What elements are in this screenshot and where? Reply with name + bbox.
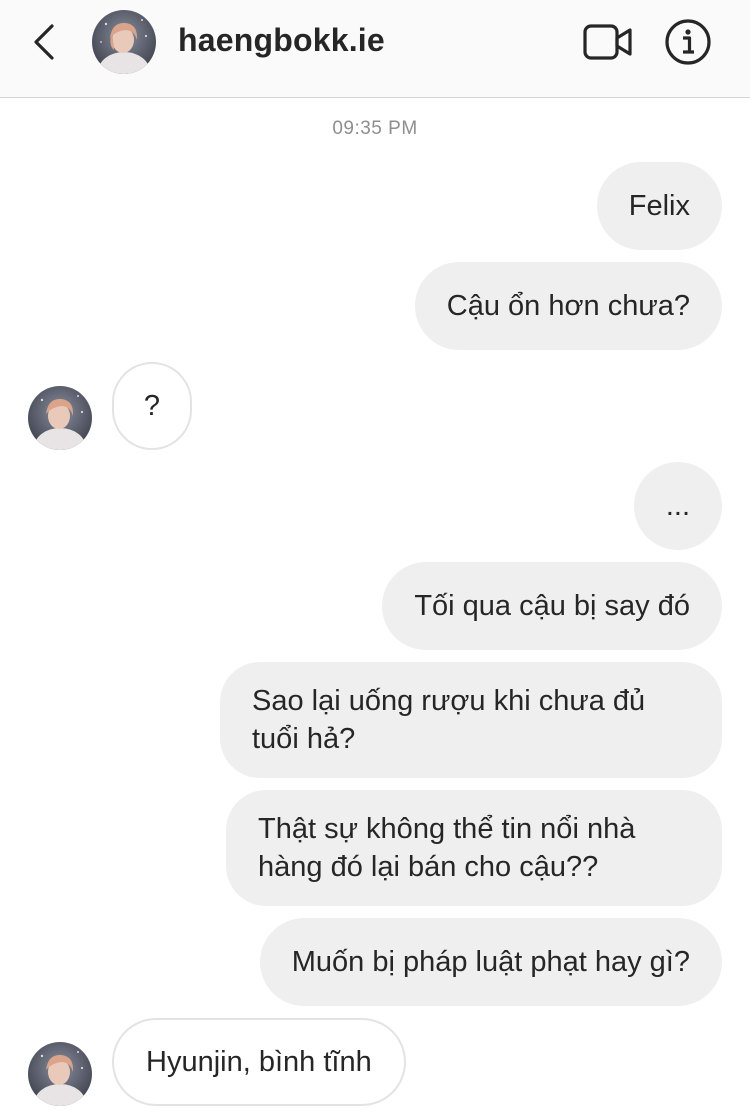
video-call-button[interactable] — [582, 22, 634, 62]
avatar-image — [28, 1042, 92, 1106]
sent-message-bubble[interactable]: Cậu ổn hơn chưa? — [414, 262, 722, 350]
sent-message-bubble[interactable]: Muốn bị pháp luật phạt hay gì? — [259, 918, 722, 1006]
message-text: ... — [665, 490, 690, 522]
sender-avatar[interactable] — [28, 386, 92, 450]
video-camera-icon — [583, 24, 632, 60]
conversation-info-button[interactable] — [664, 18, 712, 66]
message-timestamp: 09:35 PM — [332, 118, 418, 139]
message-text: Thật sự không thể tin nổi nhà hàng đó lạ… — [258, 813, 636, 883]
message-text: Tối qua cậu bị say đó — [414, 590, 690, 622]
contact-avatar[interactable] — [92, 10, 156, 74]
chat-header: haengbokk.ie — [0, 0, 750, 98]
contact-username[interactable]: haengbokk.ie — [178, 18, 385, 62]
sender-avatar[interactable] — [28, 1042, 92, 1106]
sent-message-bubble[interactable]: ... — [633, 462, 722, 550]
message-text: ? — [143, 390, 161, 422]
message-text: Sao lại uống rượu khi chưa đủ tuổi hả? — [252, 685, 646, 755]
message-text: Hyunjin, bình tĩnh — [146, 1046, 372, 1078]
received-message-bubble[interactable]: Hyunjin, bình tĩnh — [112, 1018, 406, 1106]
dm-conversation-screen: haengbokk.ie 09:35 PM Felix Cậu ổn hơn c… — [0, 0, 750, 1118]
message-text: Felix — [628, 190, 690, 222]
sent-message-bubble[interactable]: Felix — [596, 162, 722, 250]
sent-message-bubble[interactable]: Sao lại uống rượu khi chưa đủ tuổi hả? — [220, 662, 722, 778]
info-icon — [665, 19, 711, 65]
received-message-bubble[interactable]: ? — [112, 362, 192, 450]
avatar-image — [92, 10, 156, 74]
avatar-image — [28, 386, 92, 450]
back-button[interactable] — [26, 20, 62, 64]
sent-message-bubble[interactable]: Thật sự không thể tin nổi nhà hàng đó lạ… — [226, 790, 722, 906]
sent-message-bubble[interactable]: Tối qua cậu bị say đó — [382, 562, 722, 650]
message-text: Cậu ổn hơn chưa? — [446, 290, 690, 322]
message-text: Muốn bị pháp luật phạt hay gì? — [291, 946, 690, 978]
chevron-left-icon — [34, 24, 54, 60]
